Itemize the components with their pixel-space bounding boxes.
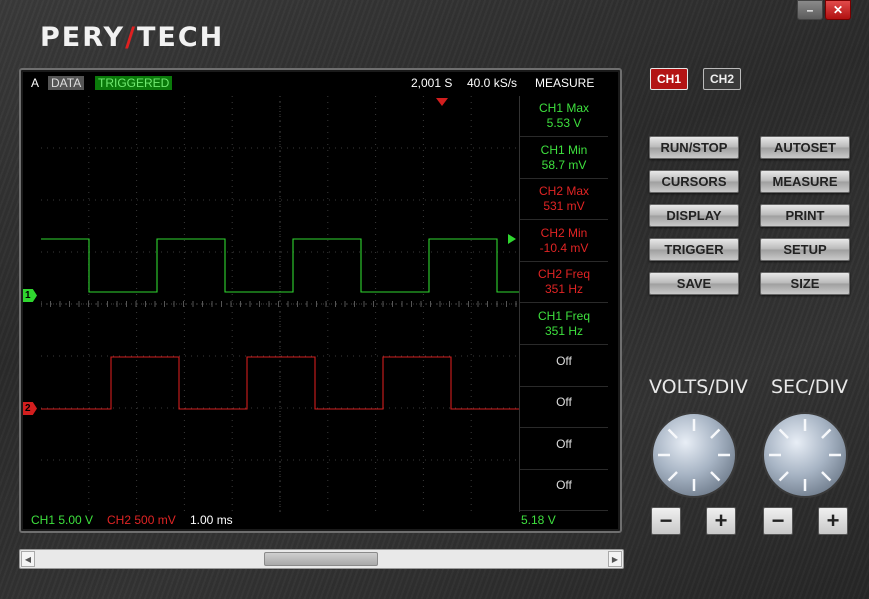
measurement-value: 351 Hz [544, 282, 584, 297]
triggered-tag: TRIGGERED [95, 76, 173, 90]
acquire-mode: A [31, 76, 40, 90]
sample-rate: 40.0 kS/s [467, 76, 518, 90]
measurement-cell[interactable]: CH1 Freq 351 Hz [520, 304, 608, 345]
sec-div-label: SEC/DIV [771, 376, 848, 398]
measurement-label: Off [556, 436, 572, 451]
measurement-label: Off [556, 353, 572, 368]
measurement-value: 58.7 mV [541, 157, 587, 172]
autoset-button[interactable]: AUTOSET [760, 136, 850, 159]
window-controls: – ✕ [797, 0, 851, 20]
measure-button[interactable]: MEASURE [760, 170, 850, 193]
print-button[interactable]: PRINT [760, 204, 850, 227]
measurement-value: 531 mV [543, 199, 585, 214]
logo-slash: / [125, 22, 137, 53]
close-button[interactable]: ✕ [825, 0, 851, 20]
ch2-scale: CH2 500 mV [107, 513, 176, 527]
measurement-label: CH1 Freq [537, 309, 590, 323]
measurement-label: Off [556, 478, 572, 493]
ch1-offset-marker[interactable]: 1 [23, 289, 37, 302]
measurement-cell[interactable]: CH1 Max 5.53 V [520, 96, 608, 137]
measurement-cell[interactable]: Off [520, 429, 608, 470]
horizontal-scrollbar[interactable]: ◀ ▶ [19, 549, 624, 569]
screen-scale-bar: CH1 5.00 V CH2 500 mV 1.00 ms 5.18 V [31, 512, 600, 527]
time-scale: 1.00 ms [190, 513, 233, 527]
volts-div-minus-button[interactable]: − [651, 507, 681, 535]
perytech-logo: PERY/TECH [40, 22, 225, 53]
measurement-cell[interactable]: CH2 Max 531 mV [520, 179, 608, 221]
measurement-value: 5.53 V [546, 116, 582, 130]
measurement-label: CH2 Min [540, 225, 588, 240]
measurement-value: 351 Hz [544, 324, 584, 338]
save-button[interactable]: SAVE [649, 272, 739, 295]
measurement-column: CH1 Max 5.53 V CH1 Min 58.7 mV CH2 Max 531 mV… [519, 96, 608, 512]
ch1-scale: CH1 5.00 V [31, 513, 94, 527]
volts-div-knob[interactable] [651, 412, 737, 498]
sec-div-knob[interactable] [762, 412, 848, 498]
trigger-button[interactable]: TRIGGER [649, 238, 739, 261]
measurement-cell[interactable]: Off [520, 387, 608, 429]
measurement-label: CH1 Max [538, 101, 589, 115]
volts-div-plus-button[interactable]: + [706, 507, 736, 535]
measurement-cell[interactable]: Off [520, 346, 608, 387]
measurement-label: Off [556, 395, 572, 410]
scroll-thumb[interactable] [264, 552, 378, 566]
scope-screen[interactable]: A DATA TRIGGERED 2,001 S 40.0 kS/s MEASU… [19, 68, 622, 533]
size-button[interactable]: SIZE [760, 272, 850, 295]
cursors-button[interactable]: CURSORS [649, 170, 739, 193]
minimize-button[interactable]: – [797, 0, 823, 20]
scroll-left-icon[interactable]: ◀ [21, 551, 35, 567]
measurement-cell[interactable]: Off [520, 470, 608, 512]
trigger-level-marker [508, 234, 516, 244]
measurement-label: CH2 Freq [537, 267, 590, 282]
sec-div-plus-button[interactable]: + [818, 507, 848, 535]
measure-title: MEASURE [535, 76, 595, 90]
trigger-position-marker [436, 98, 448, 106]
measurement-cell[interactable]: CH2 Min -10.4 mV [520, 221, 608, 262]
screen-status-bar: A DATA TRIGGERED 2,001 S 40.0 kS/s MEASU… [31, 76, 600, 92]
ch1-button[interactable]: CH1 [650, 68, 689, 90]
display-button[interactable]: DISPLAY [649, 204, 739, 227]
data-tag: DATA [48, 76, 85, 90]
ch2-offset-marker[interactable]: 2 [23, 402, 37, 415]
scroll-right-icon[interactable]: ▶ [608, 551, 622, 567]
measurement-label: CH2 Max [538, 184, 589, 199]
sample-count: 2,001 S [411, 76, 453, 90]
measurement-cell[interactable]: CH2 Freq 351 Hz [520, 262, 608, 304]
cursor-readout: 5.18 V [521, 513, 556, 527]
sec-div-minus-button[interactable]: − [763, 507, 793, 535]
volts-div-label: VOLTS/DIV [649, 376, 748, 398]
measurement-value: -10.4 mV [539, 240, 589, 255]
run-stop-button[interactable]: RUN/STOP [649, 136, 739, 159]
measurement-cell[interactable]: CH1 Min 58.7 mV [520, 138, 608, 179]
setup-button[interactable]: SETUP [760, 238, 850, 261]
ch2-button[interactable]: CH2 [703, 68, 742, 90]
waveform-plot[interactable] [41, 96, 519, 512]
measurement-label: CH1 Min [540, 142, 588, 157]
